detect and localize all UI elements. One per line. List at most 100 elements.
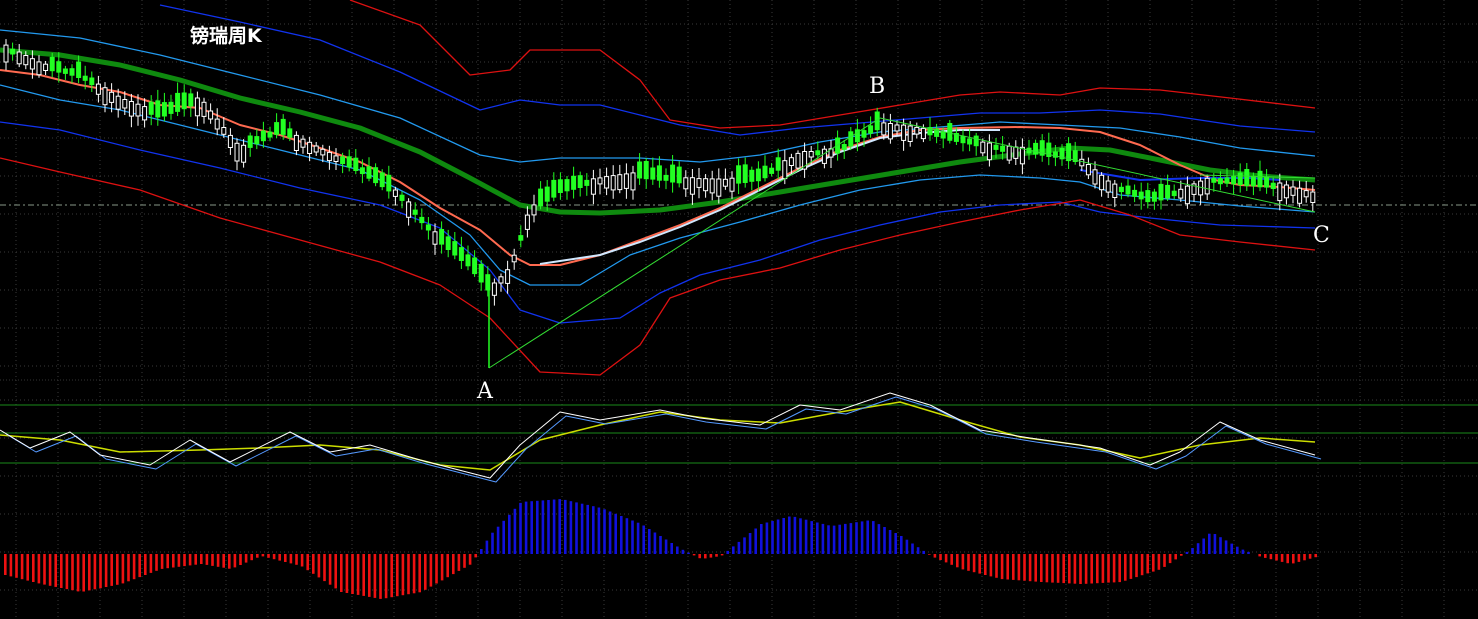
histogram-bar [188, 554, 192, 566]
histogram-bar [345, 554, 349, 593]
histogram-bar [1168, 554, 1172, 564]
candle-body [841, 144, 847, 150]
candle-body [920, 127, 926, 140]
candle-body [993, 144, 999, 150]
histogram-bar [407, 554, 410, 595]
candle-body [458, 247, 464, 262]
candle-body [505, 269, 511, 284]
histogram-bar [972, 554, 976, 573]
candle-body [439, 229, 445, 245]
histogram-bar [1258, 554, 1261, 557]
histogram-bar [1028, 554, 1032, 582]
histogram-bar [995, 554, 998, 578]
histogram-bar [272, 554, 276, 560]
histogram-bar [1068, 554, 1071, 584]
histogram-bar [1247, 551, 1250, 554]
histogram-bar [1236, 546, 1239, 554]
histogram-bar [575, 502, 578, 554]
histogram-bar [110, 554, 113, 586]
candle-body [1211, 177, 1217, 183]
candle-body [604, 176, 610, 189]
histogram-bar [631, 520, 634, 554]
histogram-bar [541, 500, 545, 554]
histogram-bar [956, 554, 959, 568]
candle-body [967, 138, 973, 145]
histogram-bar [228, 554, 231, 569]
histogram-bar [1163, 554, 1166, 567]
band-outer-lower [0, 157, 1316, 376]
histogram-bar [396, 554, 399, 597]
candle-body [491, 282, 497, 296]
candle-body [762, 165, 768, 179]
candle-body [755, 168, 761, 182]
histogram-bar [463, 554, 466, 568]
candle-body [808, 151, 814, 158]
histogram-bar [771, 521, 774, 554]
wave-label-b: B [869, 74, 885, 99]
histogram-bar [43, 554, 46, 585]
histogram-bar [379, 554, 382, 599]
candle-body [478, 263, 484, 283]
histogram-bar [732, 546, 735, 554]
histogram-bar [614, 513, 617, 554]
candle-body [901, 124, 907, 141]
candle-body [208, 110, 214, 120]
histogram-bar [726, 550, 729, 554]
histogram-bar [1191, 548, 1194, 554]
histogram-bar [132, 554, 136, 580]
histogram-bar [838, 524, 841, 554]
candle-body [214, 118, 220, 130]
histogram-bar [121, 554, 125, 584]
histogram-bar [1174, 554, 1177, 560]
histogram-bar [116, 554, 119, 585]
histogram-bar [424, 554, 427, 590]
candle-body [769, 167, 775, 174]
histogram-bar [519, 502, 522, 554]
histogram-bar [312, 554, 315, 574]
histogram-bar [474, 554, 477, 558]
histogram-bar [300, 554, 304, 567]
candle-body [62, 68, 68, 74]
candle-body [815, 150, 821, 156]
histogram-bar [340, 554, 343, 592]
candle-body [1006, 145, 1012, 161]
histogram-bar [558, 499, 561, 554]
candle-body [821, 148, 827, 164]
histogram-bar [564, 499, 567, 554]
histogram-bar [620, 516, 623, 554]
histogram-bar [1202, 538, 1205, 554]
candle-body [353, 157, 359, 171]
candle-body [1250, 175, 1256, 187]
histogram-bar [54, 554, 57, 587]
candle-body [894, 124, 900, 132]
candle-body [320, 148, 326, 156]
histogram-bar [513, 508, 517, 554]
band-outer-upper [349, 0, 1316, 129]
candle-body [109, 91, 115, 103]
wave-label-a: A [476, 379, 494, 404]
histogram-bar [1012, 554, 1015, 580]
candle-body [445, 236, 451, 250]
candle-body [23, 55, 29, 66]
histogram-bar [776, 519, 780, 554]
candle-body [795, 152, 801, 169]
candle-body [630, 172, 636, 191]
candle-body [511, 254, 517, 263]
histogram-bar [1107, 554, 1110, 583]
histogram-bar [1062, 554, 1065, 584]
histogram-bar [1073, 554, 1077, 584]
histogram-bar [883, 527, 886, 554]
histogram-bar [760, 524, 763, 554]
histogram-bar [1124, 554, 1127, 581]
histogram-bar [872, 521, 875, 554]
trendlines-layer [488, 117, 1316, 369]
candle-body [300, 138, 306, 148]
histogram-bar [82, 554, 85, 592]
histogram-bar [748, 533, 752, 554]
histogram-bar [435, 554, 438, 584]
histogram-bar [200, 554, 203, 564]
candle-body [155, 100, 161, 118]
histogram-bar [317, 554, 321, 578]
candle-body [531, 204, 537, 216]
candle-body [709, 178, 715, 194]
